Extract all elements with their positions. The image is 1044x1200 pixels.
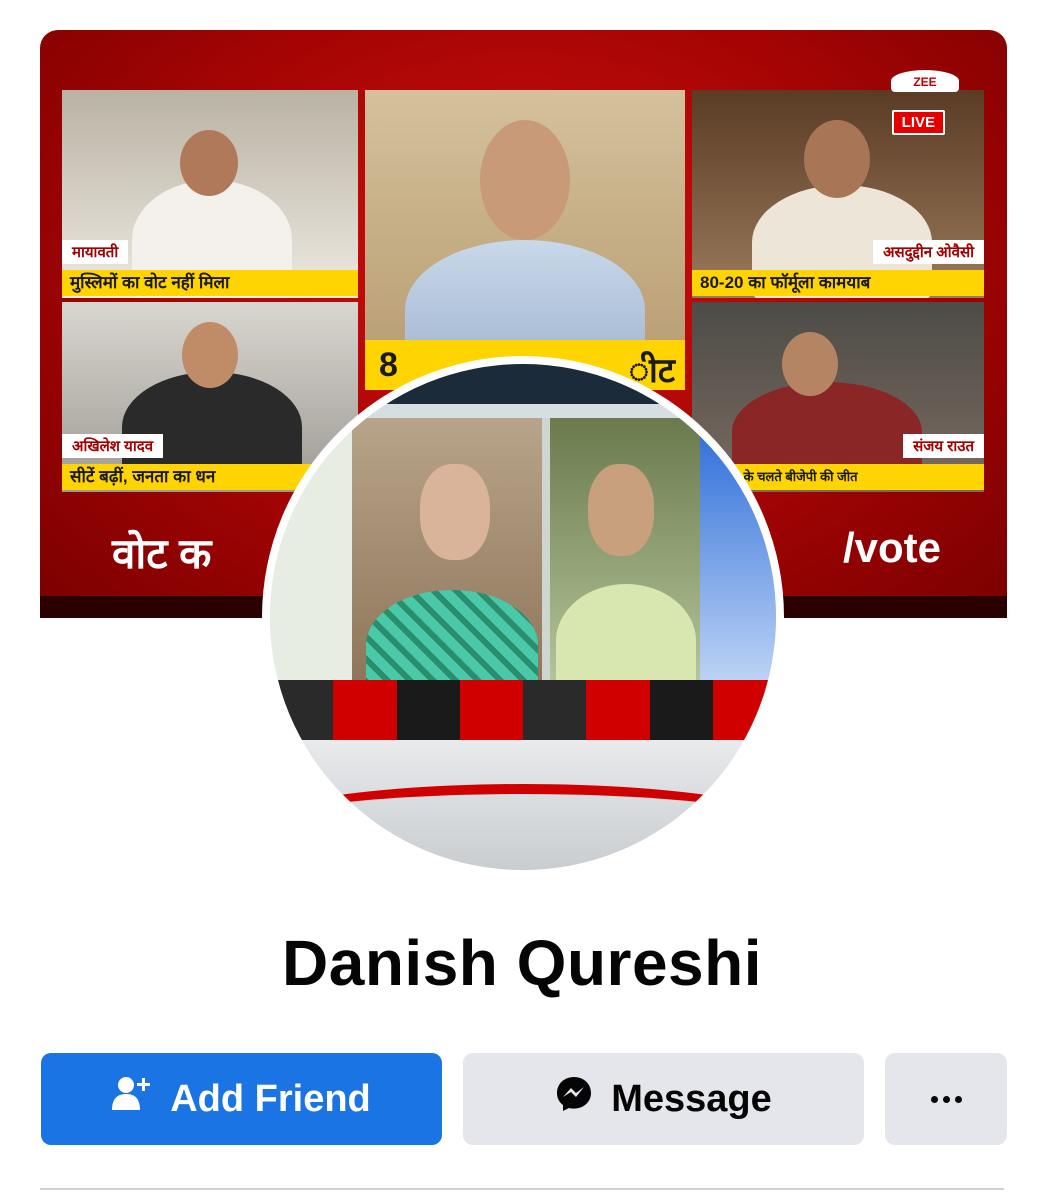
channel-logo: ZEE [891,70,959,92]
studio-top-banner [270,364,776,404]
studio-blue-screen [700,418,776,698]
caption-name: संजय राउत [903,434,984,458]
studio-top-line [270,404,776,418]
caption-strip: 80-20 का फॉर्मूला कामयाब [692,270,984,296]
message-label: Message [611,1077,772,1120]
person-head [782,332,838,396]
cover-panel-center [365,90,685,368]
profile-picture-image [270,364,776,870]
person-head [182,322,238,388]
profile-picture[interactable] [262,356,784,878]
person-right-face [588,464,654,556]
person-left-face [420,464,490,560]
person-head [804,120,870,198]
ticker-text-left: वोट क [112,530,212,577]
caption-strip: मुस्लिमों का वोट नहीं मिला [62,270,358,296]
caption-name: अखिलेश यादव [62,434,164,458]
studio-side-panel [270,418,352,698]
add-person-icon [112,1076,152,1122]
caption-name: असदुद्दीन ओवैसी [873,240,984,264]
person-head [180,130,238,196]
ticker-text-right: /vote [842,524,941,571]
studio-red-arc [270,784,776,870]
profile-name: Danish Qureshi [282,927,762,999]
add-friend-button[interactable]: Add Friend [41,1053,442,1145]
messenger-icon [555,1075,593,1123]
caption-name: मायावती [62,240,129,264]
more-dots-icon [930,1095,962,1103]
studio-stage-blocks [270,680,776,740]
live-badge: LIVE [891,110,945,135]
section-divider [40,1188,1004,1190]
cover-panel-top-left: मायावती मुस्लिमों का वोट नहीं मिला [62,90,358,298]
more-options-button[interactable] [885,1053,1007,1145]
message-button[interactable]: Message [463,1053,864,1145]
add-friend-label: Add Friend [170,1077,371,1120]
person-head [480,120,570,240]
